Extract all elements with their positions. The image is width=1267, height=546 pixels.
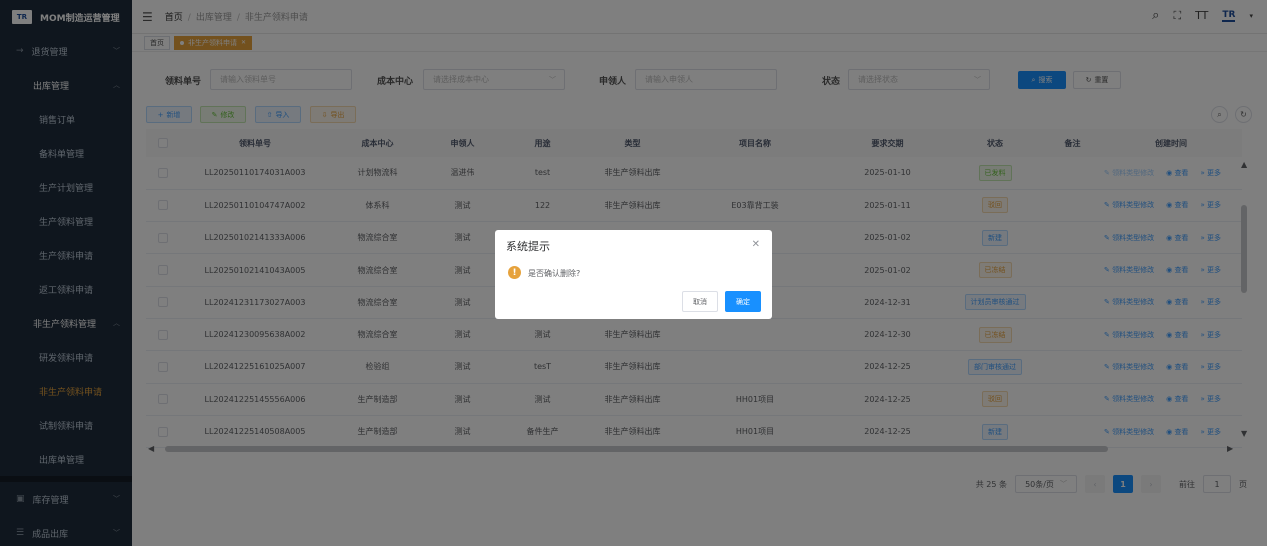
- close-icon[interactable]: ✕: [752, 239, 760, 250]
- dialog-title: 系统提示: [506, 240, 550, 253]
- dialog-message: 是否确认删除?: [528, 269, 581, 278]
- confirm-dialog: 系统提示 ✕ ! 是否确认删除? 取消 确定: [495, 230, 772, 319]
- warning-icon: !: [508, 266, 521, 279]
- confirm-button[interactable]: 确定: [725, 291, 761, 312]
- cancel-button[interactable]: 取消: [682, 291, 718, 312]
